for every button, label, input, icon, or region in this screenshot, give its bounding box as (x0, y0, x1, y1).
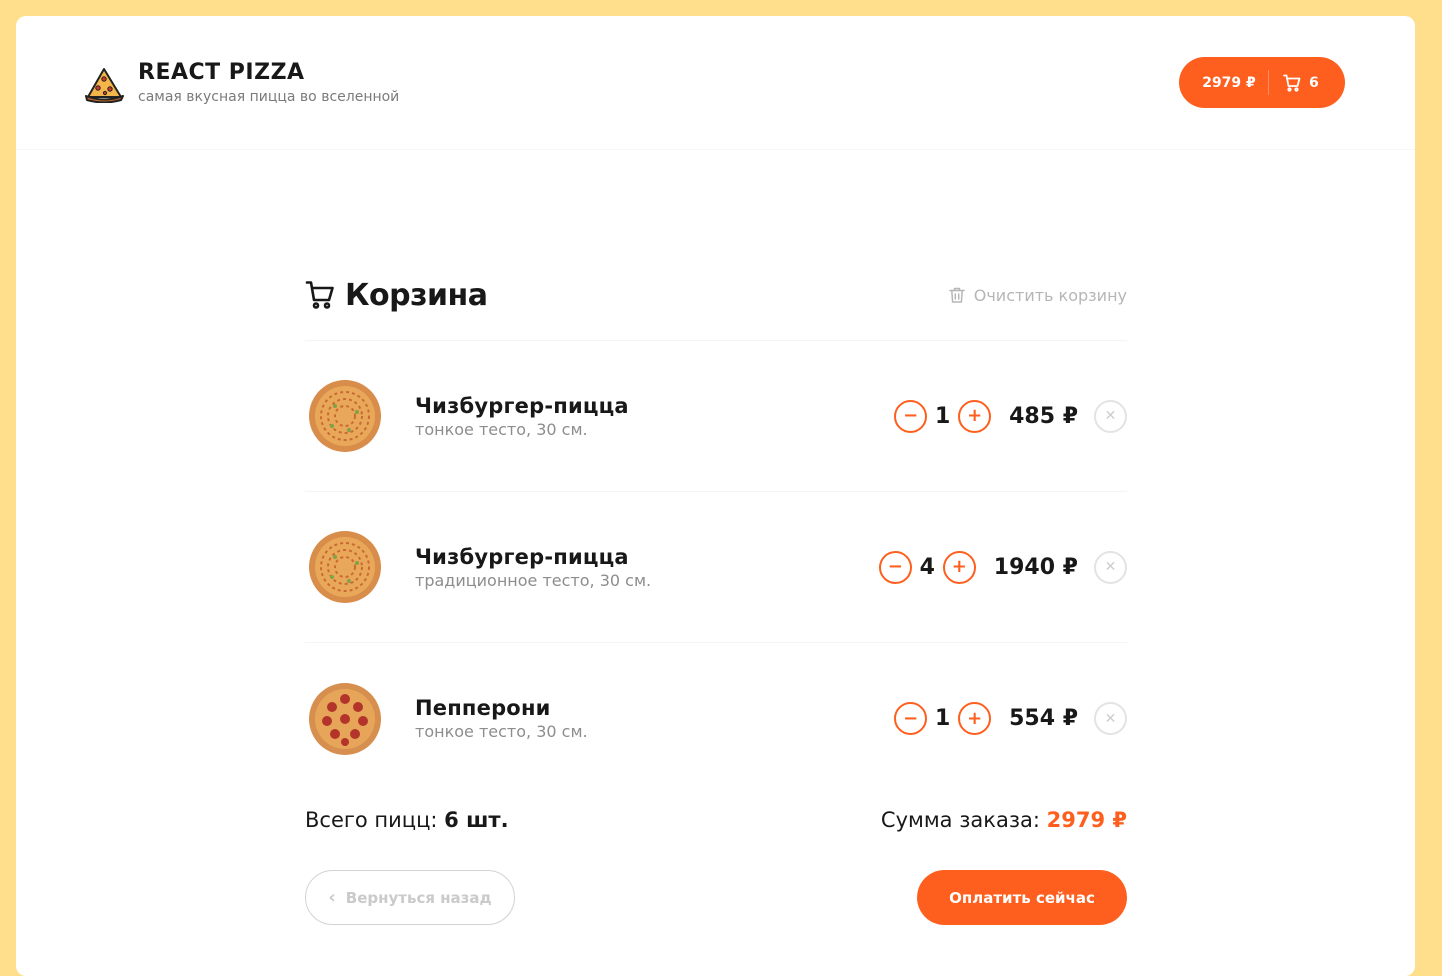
item-description: тонкое тесто, 30 см. (415, 722, 588, 741)
item-name: Чизбургер-пицца (415, 393, 629, 418)
header: REACT PIZZA самая вкусная пицца во вселе… (16, 16, 1415, 150)
decrease-quantity-button[interactable]: − (894, 702, 928, 735)
cart-section: Корзина Очистить корзину Чизбургер-пицца… (305, 273, 1127, 925)
clear-cart-label: Очистить корзину (973, 285, 1127, 305)
remove-item-button[interactable]: ✕ (1094, 550, 1127, 584)
item-name: Пепперони (415, 696, 551, 720)
logo[interactable]: REACT PIZZA самая вкусная пицца во вселе… (84, 60, 399, 106)
back-button[interactable]: ‹ Вернуться назад (305, 870, 515, 925)
total-count-label: Всего пицц: (305, 808, 438, 832)
page-container: REACT PIZZA самая вкусная пицца во вселе… (16, 16, 1415, 976)
cheeseburger-pizza-image (309, 531, 381, 603)
total-sum-label: Сумма заказа: (880, 808, 1040, 832)
cart-item: Пепперони тонкое тесто, 30 см. − 1 + 554… (305, 643, 1127, 794)
total-sum-value: 2979 ₽ (1046, 808, 1127, 832)
item-name: Чизбургер-пицца (415, 544, 629, 569)
logo-subtitle: самая вкусная пицца во вселенной (138, 89, 400, 105)
item-quantity: 1 (934, 403, 951, 429)
pepperoni-pizza-image (309, 682, 381, 755)
increase-quantity-button[interactable]: + (958, 399, 992, 433)
remove-item-button[interactable]: ✕ (1094, 399, 1127, 433)
cart-actions: ‹ Вернуться назад Оплатить сейчас (305, 870, 1127, 925)
trash-icon (949, 287, 965, 303)
cart-title-text: Корзина (345, 277, 488, 313)
pizza-logo-icon (85, 68, 124, 103)
header-cart-count: 6 (1309, 74, 1319, 91)
item-price: 554 ₽ (1009, 706, 1078, 731)
header-cart-price: 2979 ₽ (1202, 74, 1256, 91)
total-count-value: 6 шт. (444, 808, 509, 832)
item-description: традиционное тесто, 30 см. (415, 570, 652, 590)
decrease-quantity-button[interactable]: − (878, 550, 912, 584)
pay-button-label: Оплатить сейчас (949, 888, 1095, 907)
cart-items-list: Чизбургер-пицца тонкое тесто, 30 см. − 1… (305, 340, 1127, 794)
item-price: 1940 ₽ (993, 554, 1078, 580)
remove-item-button[interactable]: ✕ (1094, 702, 1127, 735)
item-quantity: 1 (934, 706, 951, 731)
increase-quantity-button[interactable]: + (942, 550, 976, 584)
cart-summary: Всего пицц: 6 шт. Сумма заказа: 2979 ₽ (305, 794, 1127, 846)
back-button-label: Вернуться назад (345, 888, 492, 907)
total-count: Всего пицц: 6 шт. (305, 808, 509, 832)
decrease-quantity-button[interactable]: − (894, 399, 928, 433)
cheeseburger-pizza-image (309, 380, 381, 452)
increase-quantity-button[interactable]: + (958, 702, 992, 735)
item-description: тонкое тесто, 30 см. (415, 419, 588, 439)
cart-title: Корзина (305, 278, 488, 313)
logo-title: REACT PIZZA (138, 60, 305, 85)
pay-now-button[interactable]: Оплатить сейчас (917, 870, 1127, 925)
item-price: 485 ₽ (1009, 403, 1078, 429)
item-quantity: 4 (919, 554, 935, 580)
cart-item: Чизбургер-пицца тонкое тесто, 30 см. − 1… (305, 341, 1127, 492)
cart-icon (305, 281, 334, 309)
cart-top: Корзина Очистить корзину (305, 273, 1127, 317)
header-cart-button[interactable]: 2979 ₽ 6 (1179, 57, 1345, 108)
cart-item: Чизбургер-пицца традиционное тесто, 30 с… (305, 492, 1127, 643)
cart-icon (1283, 74, 1301, 92)
chevron-left-icon: ‹ (328, 887, 336, 908)
total-sum: Сумма заказа: 2979 ₽ (881, 808, 1127, 832)
clear-cart-button[interactable]: Очистить корзину (948, 286, 1127, 305)
